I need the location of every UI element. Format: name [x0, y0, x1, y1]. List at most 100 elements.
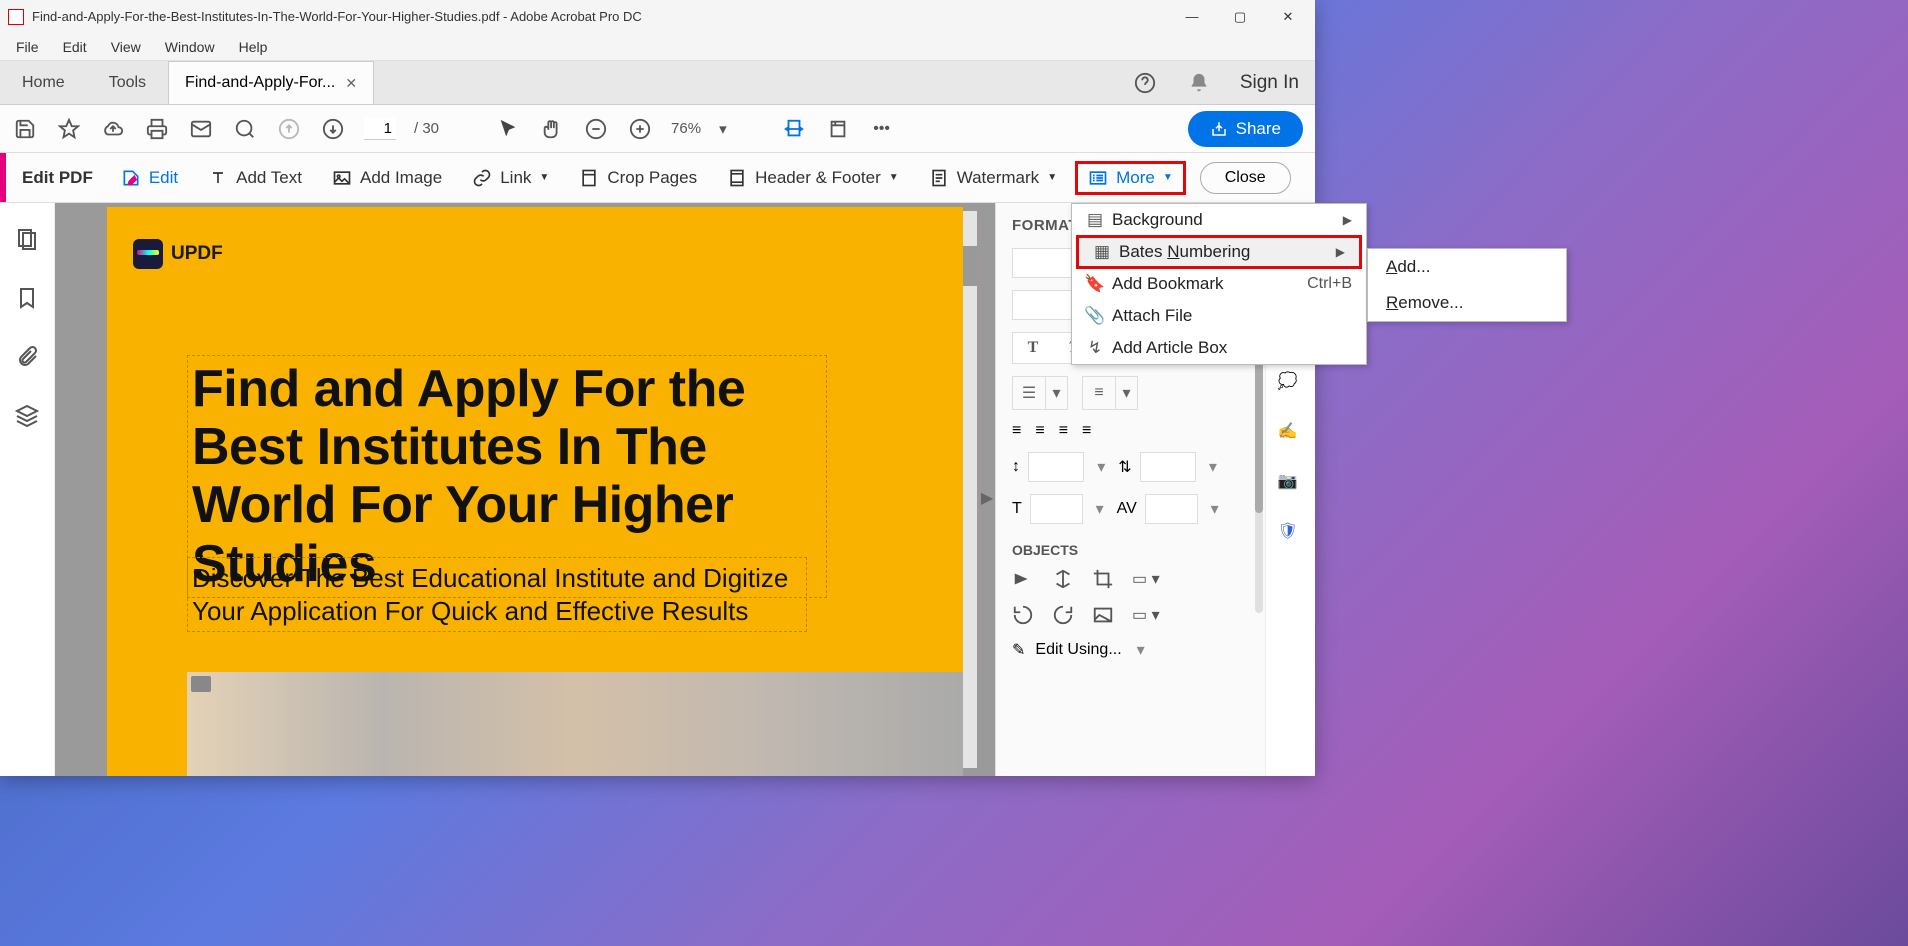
help-icon[interactable]: [1132, 70, 1158, 96]
menu-attach-file[interactable]: 📎 Attach File: [1072, 300, 1366, 332]
share-button[interactable]: Share: [1188, 111, 1303, 147]
replace-image-button[interactable]: [1092, 604, 1114, 626]
tab-close-icon[interactable]: ✕: [345, 75, 357, 92]
menu-edit[interactable]: Edit: [51, 35, 99, 59]
kerning-button[interactable]: AV: [1117, 500, 1137, 518]
more-label: More: [1116, 168, 1155, 188]
tab-home[interactable]: Home: [0, 62, 87, 104]
minimize-button[interactable]: —: [1177, 5, 1207, 29]
tab-tools[interactable]: Tools: [87, 62, 168, 104]
align-center-button[interactable]: ≡: [1035, 422, 1044, 440]
bell-icon[interactable]: [1186, 70, 1212, 96]
align-objects-button[interactable]: ▭ ▾: [1132, 605, 1160, 625]
bates-submenu: Add... Remove...: [1367, 248, 1567, 322]
bookmarks-icon[interactable]: [15, 286, 39, 315]
star-icon[interactable]: [56, 116, 82, 142]
align-left-button[interactable]: ≡: [1012, 422, 1021, 440]
scan-ocr-icon[interactable]: 📷: [1278, 471, 1304, 497]
main-toolbar: / 30 76%▾ ••• Share: [0, 105, 1315, 153]
collapse-right-icon[interactable]: ▶: [981, 483, 993, 513]
fit-width-icon[interactable]: [781, 116, 807, 142]
hscale-input[interactable]: [1030, 494, 1083, 524]
para-spacing-input[interactable]: [1140, 452, 1196, 482]
menu-file[interactable]: File: [4, 35, 51, 59]
print-icon[interactable]: [144, 116, 170, 142]
align-justify-button[interactable]: ≡: [1082, 422, 1091, 440]
submenu-add[interactable]: Add...: [1368, 249, 1566, 285]
protect-icon[interactable]: 🛡: [1278, 521, 1304, 547]
fit-page-icon[interactable]: [825, 116, 851, 142]
chevron-down-icon[interactable]: ▾: [1132, 640, 1150, 660]
close-window-button[interactable]: ✕: [1273, 5, 1303, 29]
add-image-tool[interactable]: Add Image: [320, 162, 454, 194]
add-text-tool[interactable]: Add Text: [196, 162, 314, 194]
page-number-input[interactable]: [364, 118, 396, 140]
cloud-upload-icon[interactable]: [100, 116, 126, 142]
page-down-icon[interactable]: [320, 116, 346, 142]
crop-label: Crop Pages: [607, 168, 697, 188]
rotate-cw-button[interactable]: [1052, 604, 1074, 626]
maximize-button[interactable]: ▢: [1225, 5, 1255, 29]
scrollbar[interactable]: [962, 211, 977, 768]
scroll-thumb[interactable]: [962, 246, 977, 286]
tab-document-active[interactable]: Find-and-Apply-For... ✕: [168, 61, 374, 104]
menu-bates-numbering[interactable]: ▦ Bates Numbering ▶: [1076, 235, 1362, 269]
menu-add-article-box[interactable]: ↯ Add Article Box: [1072, 332, 1366, 364]
crop-object-button[interactable]: [1092, 568, 1114, 590]
bold-button[interactable]: T: [1013, 333, 1053, 363]
arrange-button[interactable]: ▭ ▾: [1132, 569, 1160, 589]
sign-in-link[interactable]: Sign In: [1240, 72, 1299, 94]
page-up-icon[interactable]: [276, 116, 302, 142]
line-spacing-input[interactable]: [1028, 452, 1084, 482]
numbered-list-button[interactable]: ≡▾: [1082, 376, 1138, 410]
mail-icon[interactable]: [188, 116, 214, 142]
hand-icon[interactable]: [539, 116, 565, 142]
close-editbar-button[interactable]: Close: [1200, 162, 1291, 194]
editbar-title: Edit PDF: [22, 168, 93, 188]
thumbnails-icon[interactable]: [15, 227, 39, 256]
image-handle-icon: [191, 676, 211, 692]
header-icon: [727, 168, 747, 188]
zoom-select[interactable]: 76%▾: [671, 120, 727, 138]
sign-icon[interactable]: ✍: [1278, 421, 1304, 447]
menu-window[interactable]: Window: [153, 35, 227, 59]
hscale-button[interactable]: T: [1012, 500, 1022, 518]
zoom-in-icon[interactable]: [627, 116, 653, 142]
save-icon[interactable]: [12, 116, 38, 142]
kerning-input[interactable]: [1145, 494, 1198, 524]
menu-background[interactable]: ▤ Background ▶: [1072, 204, 1366, 236]
pointer-icon[interactable]: [495, 116, 521, 142]
text-icon: [208, 168, 228, 188]
menu-view[interactable]: View: [99, 35, 153, 59]
flip-v-button[interactable]: [1052, 568, 1074, 590]
submenu-arrow-icon: ▶: [1336, 245, 1345, 259]
more-button[interactable]: More ▼: [1075, 161, 1186, 195]
submenu-remove[interactable]: Remove...: [1368, 285, 1566, 321]
doc-image-placeholder[interactable]: [187, 672, 963, 776]
rotate-ccw-button[interactable]: [1012, 604, 1034, 626]
zoom-out-icon[interactable]: [583, 116, 609, 142]
line-spacing-button[interactable]: ↕: [1012, 458, 1020, 476]
flip-h-button[interactable]: [1012, 568, 1034, 590]
menu-help[interactable]: Help: [227, 35, 280, 59]
edit-tool[interactable]: Edit: [109, 162, 190, 194]
link-tool[interactable]: Link ▼: [460, 162, 561, 194]
bullet-list-button[interactable]: ☰▾: [1012, 376, 1068, 410]
zoom-value: 76%: [671, 120, 701, 137]
header-footer-tool[interactable]: Header & Footer ▼: [715, 162, 911, 194]
comment-icon[interactable]: 💭: [1278, 371, 1304, 397]
paperclip-icon: 📎: [1084, 306, 1106, 326]
align-right-button[interactable]: ≡: [1059, 422, 1068, 440]
para-spacing-button[interactable]: ⇅: [1118, 457, 1131, 477]
edit-icon: [121, 168, 141, 188]
menu-add-bookmark[interactable]: 🔖 Add Bookmark Ctrl+B: [1072, 268, 1366, 300]
document-viewport[interactable]: UPDF Find and Apply For the Best Institu…: [55, 203, 995, 776]
crop-tool[interactable]: Crop Pages: [567, 162, 709, 194]
more-tools-icon[interactable]: •••: [869, 116, 895, 142]
doc-subheading[interactable]: Discover The Best Educational Institute …: [187, 557, 807, 632]
search-icon[interactable]: [232, 116, 258, 142]
edit-using-button[interactable]: Edit Using...: [1035, 641, 1121, 659]
attachments-icon[interactable]: [15, 345, 39, 374]
watermark-tool[interactable]: Watermark ▼: [917, 162, 1069, 194]
layers-icon[interactable]: [15, 404, 39, 433]
